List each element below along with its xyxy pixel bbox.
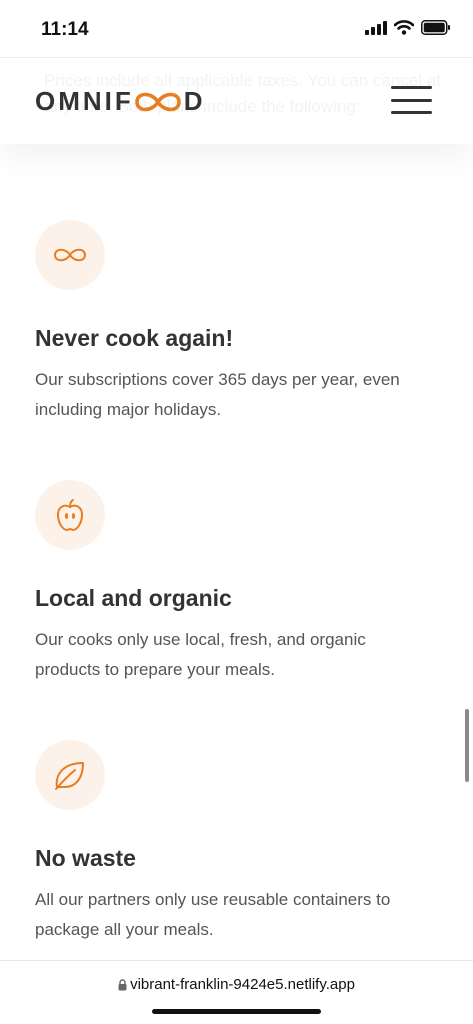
status-time: 11:14 — [41, 19, 89, 40]
feature-no-waste: No waste All our partners only use reusa… — [35, 740, 435, 945]
feature-never-cook: Never cook again! Our subscriptions cove… — [35, 220, 435, 425]
omnifood-logo[interactable]: OMNIF D — [35, 86, 206, 117]
page-scrollbar[interactable] — [465, 709, 469, 782]
battery-icon — [421, 20, 450, 35]
signal-icon — [365, 20, 387, 35]
url-text: vibrant-franklin-9424e5.netlify.app — [130, 976, 355, 993]
feature-text: Our cooks only use local, fresh, and org… — [35, 630, 366, 679]
menu-line — [391, 111, 432, 114]
feature-icon-circle — [35, 740, 105, 810]
feature-title: Local and organic — [35, 585, 232, 611]
menu-line — [391, 98, 432, 102]
logo-text-suffix: D — [183, 86, 206, 116]
site-header: Prices include all applicable taxes. You… — [0, 58, 473, 144]
wifi-icon — [394, 20, 414, 35]
menu-button[interactable] — [391, 86, 432, 114]
leaf-icon — [55, 762, 84, 790]
menu-line — [391, 86, 432, 89]
feature-icon-circle — [35, 480, 105, 550]
url-display[interactable]: vibrant-franklin-9424e5.netlify.app — [0, 976, 473, 993]
status-bar: 11:14 — [0, 0, 473, 58]
status-icons — [365, 20, 451, 35]
home-indicator — [152, 1009, 321, 1014]
feature-title: No waste — [35, 845, 136, 871]
lock-icon — [118, 978, 127, 990]
logo-infinity-icon — [134, 92, 181, 111]
feature-text: Our subscriptions cover 365 days per yea… — [35, 370, 400, 419]
phone-screen: 11:14 Prices include all applicable taxe… — [0, 0, 473, 1024]
feature-text: All our partners only use reusable conta… — [35, 890, 391, 939]
infinity-icon — [53, 248, 87, 262]
logo-text-prefix: OMNIF — [35, 86, 134, 116]
feature-title: Never cook again! — [35, 325, 234, 351]
feature-icon-circle — [35, 220, 105, 290]
browser-address-bar[interactable]: vibrant-franklin-9424e5.netlify.app — [0, 960, 473, 1024]
feature-local-organic: Local and organic Our cooks only use loc… — [35, 480, 435, 685]
apple-icon — [57, 499, 83, 531]
